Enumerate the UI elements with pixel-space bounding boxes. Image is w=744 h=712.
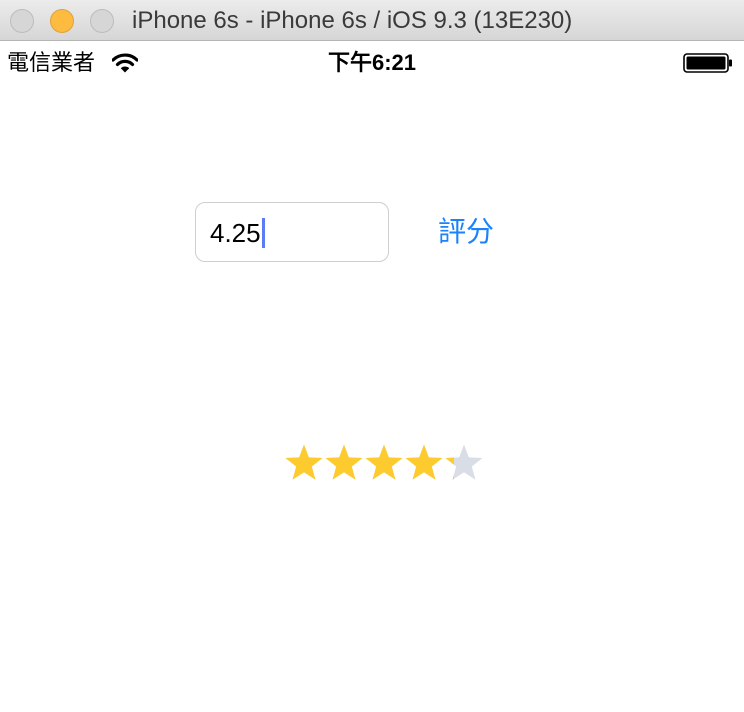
text-caret: [261, 218, 265, 249]
rating-text-value: 4.25: [210, 217, 265, 249]
title-bar: iPhone 6s - iPhone 6s / iOS 9.3 (13E230): [0, 0, 744, 41]
close-window-button[interactable]: [10, 9, 34, 33]
rating-text-field[interactable]: 4.25: [195, 202, 389, 262]
star-3[interactable]: [365, 444, 403, 480]
star-filled-icon: [325, 444, 363, 480]
simulator-window: iPhone 6s - iPhone 6s / iOS 9.3 (13E230)…: [0, 0, 744, 712]
ios-status-bar: 電信業者 下午6:21: [0, 42, 744, 84]
status-time: 下午6:21: [327, 50, 417, 75]
star-4[interactable]: [405, 444, 443, 480]
zoom-window-button[interactable]: [90, 9, 114, 33]
star-1[interactable]: [285, 444, 323, 480]
battery-icon: [683, 53, 732, 73]
star-filled-icon: [365, 444, 403, 480]
star-5[interactable]: [445, 444, 483, 480]
star-filled-icon: [405, 444, 443, 480]
star-2[interactable]: [325, 444, 363, 480]
rate-button[interactable]: 評分: [438, 214, 494, 250]
star-filled-icon: [285, 444, 323, 480]
window-title: iPhone 6s - iPhone 6s / iOS 9.3 (13E230): [132, 7, 573, 34]
minimize-window-button[interactable]: [50, 9, 74, 33]
star-rating[interactable]: [283, 443, 487, 485]
